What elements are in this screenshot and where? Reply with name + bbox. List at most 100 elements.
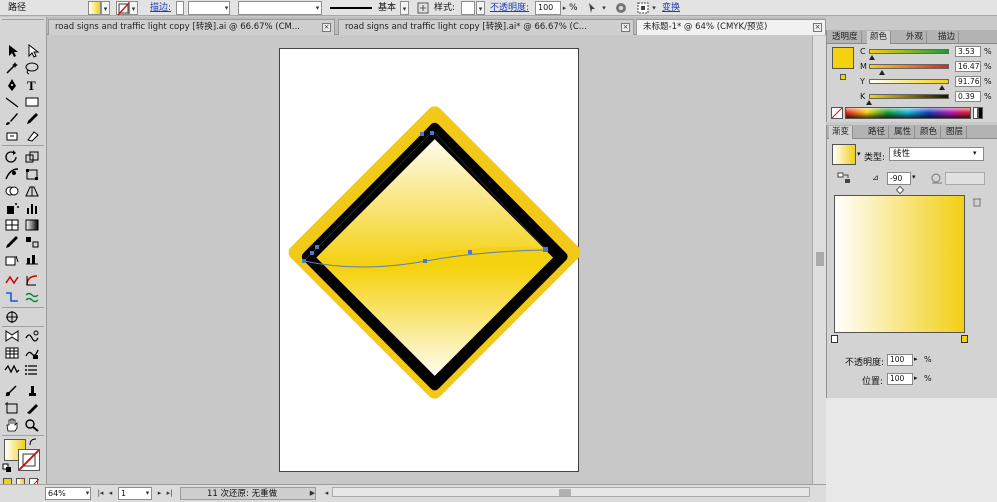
stop-position-dropdown[interactable]: ▸ bbox=[914, 374, 918, 382]
channel-y-thumb[interactable] bbox=[939, 85, 945, 90]
zoom-dropdown[interactable]: ▾ bbox=[83, 487, 92, 500]
stop-position-input[interactable]: 100 bbox=[887, 373, 913, 385]
rectangle-tool-icon[interactable] bbox=[24, 95, 40, 109]
default-colors-icon[interactable] bbox=[2, 463, 12, 473]
line-tool-icon[interactable] bbox=[4, 95, 20, 109]
grid-object-icon[interactable] bbox=[4, 346, 20, 360]
opacity-link[interactable]: 不透明度: bbox=[490, 1, 529, 15]
stroke-link[interactable]: 描边: bbox=[150, 1, 171, 15]
tab-document-1[interactable]: road signs and traffic light copy [转换].a… bbox=[48, 19, 335, 35]
fill-swatch-icon[interactable] bbox=[88, 1, 101, 15]
stroke-dropdown[interactable]: ▾ bbox=[129, 1, 138, 15]
scroll-left-arrow[interactable]: ◂ bbox=[322, 487, 331, 500]
list-icon[interactable] bbox=[24, 363, 40, 377]
channel-m-input[interactable]: 16.47 bbox=[955, 61, 981, 72]
scale-icon[interactable] bbox=[24, 150, 40, 164]
chevron-down-icon[interactable]: ▾ bbox=[313, 1, 322, 15]
knife-icon[interactable] bbox=[24, 401, 40, 415]
warp-shape-icon[interactable] bbox=[24, 329, 40, 343]
fill-dropdown[interactable]: ▾ bbox=[101, 1, 110, 15]
channel-k-thumb[interactable] bbox=[866, 100, 872, 105]
artboard[interactable] bbox=[279, 48, 581, 473]
rotate-icon[interactable] bbox=[4, 150, 20, 164]
gradient-preview-dropdown[interactable]: ▾ bbox=[857, 150, 861, 158]
canvas[interactable] bbox=[47, 36, 812, 484]
selection-tool-icon[interactable] bbox=[4, 44, 20, 58]
horizontal-scrollbar[interactable] bbox=[332, 487, 810, 497]
stroke-weight-stepper[interactable] bbox=[176, 1, 184, 15]
measure-icon[interactable] bbox=[4, 384, 20, 398]
road-sign-artwork[interactable] bbox=[280, 49, 581, 473]
wave-icon[interactable] bbox=[24, 290, 40, 304]
eyedropper-icon[interactable] bbox=[4, 235, 20, 249]
reshape-icon[interactable] bbox=[24, 273, 40, 287]
align-icon[interactable] bbox=[636, 1, 650, 15]
stroke-profile-dropdown[interactable]: ▾ bbox=[400, 1, 409, 15]
graph-icon[interactable] bbox=[24, 201, 40, 215]
next-artboard-button[interactable]: ▸ bbox=[155, 487, 164, 500]
gradient-tool-icon[interactable] bbox=[24, 218, 40, 232]
channel-m-track[interactable] bbox=[869, 64, 949, 69]
chevron-down-icon[interactable]: ▾ bbox=[222, 1, 231, 15]
pattern-icon[interactable] bbox=[24, 346, 40, 360]
channel-m-thumb[interactable] bbox=[879, 70, 885, 75]
hand-icon[interactable] bbox=[4, 418, 20, 432]
document-setup-icon[interactable] bbox=[614, 1, 628, 15]
tab-gradient[interactable]: 渐变 bbox=[829, 126, 854, 139]
mesh-icon[interactable] bbox=[4, 218, 20, 232]
fill-color-swatch[interactable] bbox=[832, 47, 854, 69]
page-dropdown[interactable]: ▾ bbox=[143, 487, 152, 500]
select-similar-icon[interactable] bbox=[586, 1, 600, 15]
artboard-tool-icon[interactable] bbox=[4, 401, 20, 415]
gradient-type-select[interactable]: 线性 bbox=[889, 147, 984, 161]
scroll-thumb[interactable] bbox=[816, 252, 824, 266]
pucker-icon[interactable] bbox=[4, 290, 20, 304]
vertical-scrollbar[interactable] bbox=[812, 36, 826, 484]
paintbrush-icon[interactable] bbox=[4, 112, 20, 126]
stroke-profile-label[interactable]: 基本 bbox=[378, 1, 396, 15]
stroke-swatch-icon[interactable] bbox=[18, 449, 40, 471]
channel-y-track[interactable] bbox=[869, 79, 949, 84]
channel-y-input[interactable]: 91.76 bbox=[955, 76, 981, 87]
direct-selection-tool-icon[interactable] bbox=[24, 44, 40, 58]
last-artboard-button[interactable]: ▸| bbox=[165, 487, 174, 500]
gradient-stop-start[interactable] bbox=[831, 335, 838, 343]
channel-c-track[interactable] bbox=[869, 49, 949, 54]
align-dropdown[interactable]: ▾ bbox=[650, 1, 658, 15]
prev-artboard-button[interactable]: ◂ bbox=[106, 487, 115, 500]
delete-stop-icon[interactable] bbox=[972, 197, 982, 207]
close-icon[interactable]: × bbox=[322, 23, 331, 32]
tab-stroke[interactable]: 描边 bbox=[935, 31, 960, 44]
channel-k-input[interactable]: 0.39 bbox=[955, 91, 981, 102]
free-transform-icon[interactable] bbox=[24, 167, 40, 181]
tab-document-3[interactable]: 未标题-1* @ 64% (CMYK/预览) × bbox=[636, 19, 826, 35]
out-of-gamut-icon[interactable] bbox=[840, 74, 846, 80]
blob-brush-icon[interactable] bbox=[4, 129, 20, 143]
angle-dropdown[interactable]: ▾ bbox=[912, 173, 916, 181]
stop-opacity-input[interactable]: 100 bbox=[887, 354, 913, 366]
black-swatch[interactable] bbox=[978, 107, 983, 119]
stroke-swatch-icon[interactable] bbox=[116, 1, 130, 16]
transform-link[interactable]: 变换 bbox=[662, 1, 680, 15]
channel-c-thumb[interactable] bbox=[869, 55, 875, 60]
shape-builder-icon[interactable] bbox=[4, 184, 20, 198]
gradient-preview-swatch[interactable] bbox=[832, 144, 856, 165]
tab-color[interactable]: 颜色 bbox=[867, 31, 892, 44]
eraser-icon[interactable] bbox=[24, 129, 40, 143]
channel-k-track[interactable] bbox=[869, 94, 949, 99]
envelope-distort-icon[interactable] bbox=[4, 329, 20, 343]
close-icon[interactable]: × bbox=[813, 23, 822, 32]
tab-attributes[interactable]: 属性 bbox=[891, 126, 916, 139]
type-tool-icon[interactable]: T bbox=[24, 78, 40, 92]
channel-c-input[interactable]: 3.53 bbox=[955, 46, 981, 57]
status-menu-arrow[interactable]: ▶ bbox=[308, 487, 317, 500]
width-tool-icon[interactable] bbox=[4, 273, 20, 287]
blend-icon[interactable] bbox=[24, 235, 40, 249]
color-spectrum-bar[interactable] bbox=[845, 107, 971, 119]
symbol-sprayer-icon[interactable] bbox=[4, 201, 20, 215]
warp-icon[interactable] bbox=[4, 167, 20, 181]
recolor-icon[interactable] bbox=[416, 1, 430, 15]
chevron-down-icon[interactable]: ▾ bbox=[973, 149, 977, 157]
pen-tool-icon[interactable] bbox=[4, 78, 20, 92]
crosshair-icon[interactable] bbox=[4, 310, 20, 324]
